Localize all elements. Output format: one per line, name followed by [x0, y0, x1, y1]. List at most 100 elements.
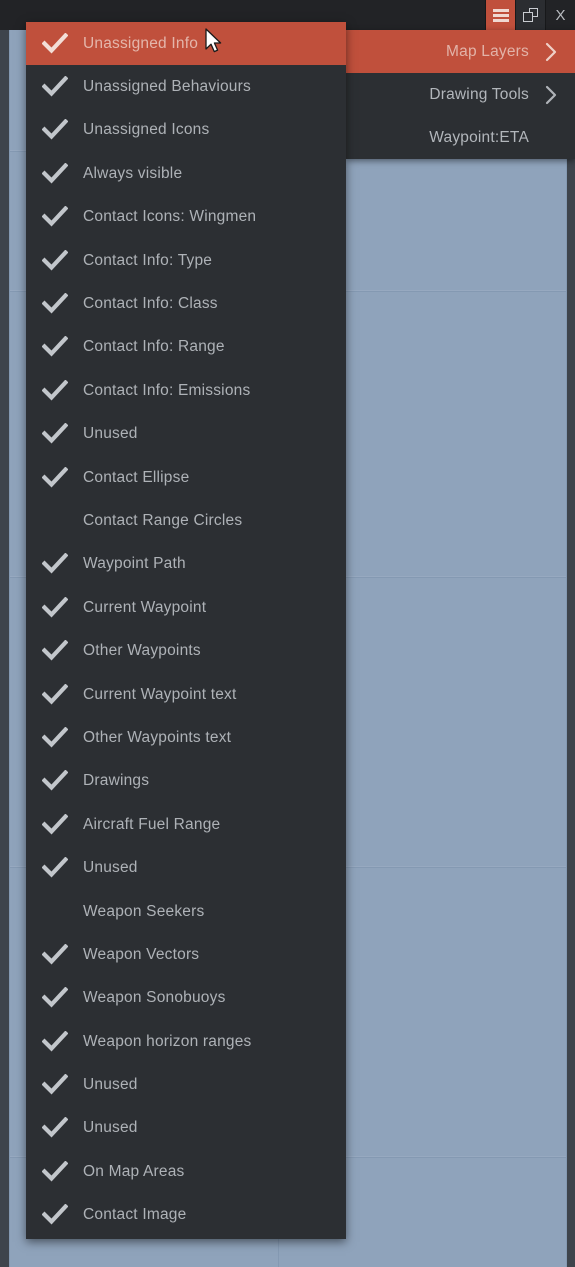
menu-item[interactable]: Contact Info: Emissions	[26, 369, 346, 412]
menu-item-label: Contact Info: Emissions	[83, 381, 251, 399]
menu-button[interactable]	[485, 0, 515, 30]
checkmark-icon	[41, 987, 68, 1008]
menu-item-checkbox[interactable]	[26, 726, 83, 749]
menu-item[interactable]: Current Waypoint	[26, 586, 346, 629]
menu-item-checkbox[interactable]	[26, 813, 83, 836]
menu-item-label: Contact Icons: Wingmen	[83, 208, 257, 226]
menu-item[interactable]: Contact Image	[26, 1194, 346, 1237]
menu-item-label: Contact Range Circles	[83, 511, 243, 529]
menu-item-label: Waypoint Path	[83, 555, 186, 573]
menu-item[interactable]: Contact Info: Range	[26, 326, 346, 369]
menu-item[interactable]: On Map Areas	[26, 1150, 346, 1193]
menu-item[interactable]: Other Waypoints	[26, 629, 346, 672]
menu-item-checkbox[interactable]	[26, 119, 83, 141]
menu-item-label: Other Waypoints text	[83, 728, 232, 746]
menu-item-checkbox[interactable]	[26, 206, 83, 228]
checkmark-icon	[41, 640, 68, 661]
menu-item-label: Contact Image	[83, 1206, 187, 1224]
submenu-item-label: Map Layers	[446, 42, 529, 60]
chevron-right-icon	[545, 85, 557, 104]
menu-item[interactable]: Aircraft Fuel Range	[26, 803, 346, 846]
menu-item[interactable]: Contact Range Circles	[26, 499, 346, 542]
application-window: X Map Layers Drawing Tools Waypoint:ETA Un…	[0, 0, 575, 1267]
restore-button[interactable]	[515, 0, 545, 30]
menu-item-checkbox[interactable]	[26, 379, 83, 402]
menu-item-checkbox[interactable]	[26, 162, 83, 185]
checkmark-icon	[41, 423, 68, 444]
chevron-right-icon	[541, 84, 561, 106]
checkmark-icon	[41, 553, 68, 574]
submenu-item[interactable]: Drawing Tools	[346, 73, 575, 116]
checkmark-icon	[41, 1160, 68, 1182]
menu-item-checkbox[interactable]	[26, 76, 83, 98]
menu-item[interactable]: Contact Icons: Wingmen	[26, 196, 346, 239]
menu-item[interactable]: Weapon horizon ranges	[26, 1020, 346, 1063]
menu-item-label: Weapon Seekers	[83, 902, 205, 920]
menu-item-checkbox[interactable]	[26, 770, 83, 792]
checkmark-icon	[41, 1117, 68, 1138]
menu-item-checkbox[interactable]	[26, 336, 83, 358]
menu-item-checkbox[interactable]	[26, 640, 83, 662]
checkmark-icon	[41, 857, 68, 878]
submenu-item[interactable]: Map Layers	[346, 30, 575, 73]
menu-item[interactable]: Unused	[26, 1063, 346, 1106]
checkmark-icon	[41, 379, 68, 401]
menu-item[interactable]: Drawings	[26, 760, 346, 803]
menu-item[interactable]: Other Waypoints text	[26, 716, 346, 759]
menu-item[interactable]: Weapon Vectors	[26, 933, 346, 976]
close-button[interactable]: X	[545, 0, 575, 30]
menu-item[interactable]: Weapon Sonobuoys	[26, 977, 346, 1020]
menu-item-label: Unassigned Info	[83, 34, 199, 52]
menu-item[interactable]: Current Waypoint text	[26, 673, 346, 716]
menu-item-checkbox[interactable]	[26, 1117, 83, 1139]
menu-item-label: Unassigned Behaviours	[83, 78, 251, 96]
menu-item[interactable]: Unused	[26, 413, 346, 456]
menu-item-label: On Map Areas	[83, 1162, 185, 1180]
menu-item-checkbox[interactable]	[26, 987, 83, 1009]
menu-item-label: Weapon Vectors	[83, 945, 200, 963]
menu-item-checkbox[interactable]	[26, 423, 83, 445]
menu-item-checkbox[interactable]	[26, 596, 83, 619]
menu-item-checkbox[interactable]	[26, 943, 83, 966]
checkmark-icon	[41, 162, 68, 184]
menu-item-checkbox[interactable]	[26, 249, 83, 272]
menu-item-checkbox[interactable]	[26, 683, 83, 706]
menu-item[interactable]: Unused	[26, 846, 346, 889]
menu-item-label: Current Waypoint	[83, 598, 207, 616]
menu-item-label: Always visible	[83, 164, 183, 182]
menu-item-checkbox[interactable]	[26, 1030, 83, 1053]
menu-item-checkbox[interactable]	[26, 32, 83, 55]
menu-item-checkbox[interactable]	[26, 466, 83, 489]
menu-item[interactable]: Contact Ellipse	[26, 456, 346, 499]
menu-item-checkbox[interactable]	[26, 293, 83, 315]
map-layers-submenu: Map Layers Drawing Tools Waypoint:ETA	[346, 30, 575, 159]
menu-item[interactable]: Always visible	[26, 152, 346, 195]
window-controls: X	[485, 0, 575, 30]
menu-item[interactable]: Unused	[26, 1107, 346, 1150]
checkmark-icon	[41, 466, 68, 488]
submenu-item-label: Drawing Tools	[429, 85, 529, 103]
checkmark-icon	[41, 813, 68, 835]
hamburger-icon	[492, 8, 509, 22]
menu-item-checkbox[interactable]	[26, 553, 83, 575]
menu-item[interactable]: Unassigned Icons	[26, 109, 346, 152]
menu-item[interactable]: Unassigned Info	[26, 22, 346, 66]
checkmark-icon	[41, 943, 68, 965]
menu-item[interactable]: Contact Info: Type	[26, 239, 346, 282]
map-edge-gutter	[567, 22, 575, 1267]
menu-item[interactable]: Unassigned Behaviours	[26, 65, 346, 108]
menu-item[interactable]: Contact Info: Class	[26, 282, 346, 325]
menu-item-label: Contact Info: Range	[83, 338, 225, 356]
menu-item-label: Contact Info: Class	[83, 295, 218, 313]
submenu-item-label: Waypoint:ETA	[429, 128, 529, 146]
menu-item-checkbox[interactable]	[26, 1204, 83, 1226]
chevron-right-icon	[541, 41, 561, 63]
menu-item[interactable]: Weapon Seekers	[26, 890, 346, 933]
menu-item-label: Contact Ellipse	[83, 468, 190, 486]
submenu-item[interactable]: Waypoint:ETA	[346, 116, 575, 159]
menu-item-checkbox[interactable]	[26, 1074, 83, 1096]
menu-item[interactable]: Waypoint Path	[26, 543, 346, 586]
menu-item-checkbox[interactable]	[26, 1160, 83, 1183]
chevron-right-icon	[545, 42, 557, 61]
menu-item-checkbox[interactable]	[26, 857, 83, 879]
